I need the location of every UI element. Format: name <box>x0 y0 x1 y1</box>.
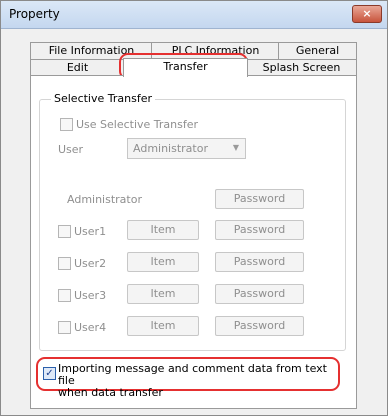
user-label: User <box>58 143 84 156</box>
close-button[interactable]: × <box>352 5 382 23</box>
close-icon: × <box>362 7 372 20</box>
selective-transfer-label: Selective Transfer <box>51 92 155 105</box>
administrator-password-button[interactable]: Password <box>215 189 304 209</box>
administrator-label: Administrator <box>67 193 142 206</box>
property-dialog: Property × File Information PLC Informat… <box>0 0 388 416</box>
user4-checkbox[interactable] <box>58 321 71 334</box>
checkmark-icon: ✓ <box>45 368 54 379</box>
use-selective-transfer-label: Use Selective Transfer <box>76 118 199 131</box>
user4-password-button[interactable]: Password <box>215 316 304 336</box>
user1-password-button[interactable]: Password <box>215 220 304 240</box>
import-data-label-line1: Importing message and comment data from … <box>58 362 327 387</box>
tab-splash-screen[interactable]: Splash Screen <box>246 59 357 76</box>
import-data-label: Importing message and comment data from … <box>58 363 328 399</box>
user2-label: User2 <box>74 257 107 270</box>
user2-item-button[interactable]: Item <box>127 252 199 272</box>
window-title: Property <box>9 7 60 21</box>
tab-transfer[interactable]: Transfer <box>123 58 248 77</box>
tab-edit[interactable]: Edit <box>30 59 125 76</box>
import-data-checkbox[interactable]: ✓ <box>43 367 56 380</box>
tab-row-front: Edit Transfer Splash Screen <box>30 58 357 77</box>
user1-label: User1 <box>74 225 107 238</box>
user2-checkbox[interactable] <box>58 257 71 270</box>
tab-general[interactable]: General <box>278 42 357 59</box>
user-select[interactable]: Administrator ▼ <box>127 138 246 159</box>
user2-password-button[interactable]: Password <box>215 252 304 272</box>
user3-password-button[interactable]: Password <box>215 284 304 304</box>
user4-label: User4 <box>74 321 107 334</box>
user3-label: User3 <box>74 289 107 302</box>
use-selective-transfer-checkbox[interactable] <box>60 118 73 131</box>
user1-item-button[interactable]: Item <box>127 220 199 240</box>
user3-item-button[interactable]: Item <box>127 284 199 304</box>
user3-checkbox[interactable] <box>58 289 71 302</box>
title-bar: Property × <box>1 1 387 29</box>
user4-item-button[interactable]: Item <box>127 316 199 336</box>
chevron-down-icon: ▼ <box>232 143 239 152</box>
user1-checkbox[interactable] <box>58 225 71 238</box>
import-data-label-line2: when data transfer <box>58 386 163 399</box>
user-select-value: Administrator <box>133 142 208 155</box>
